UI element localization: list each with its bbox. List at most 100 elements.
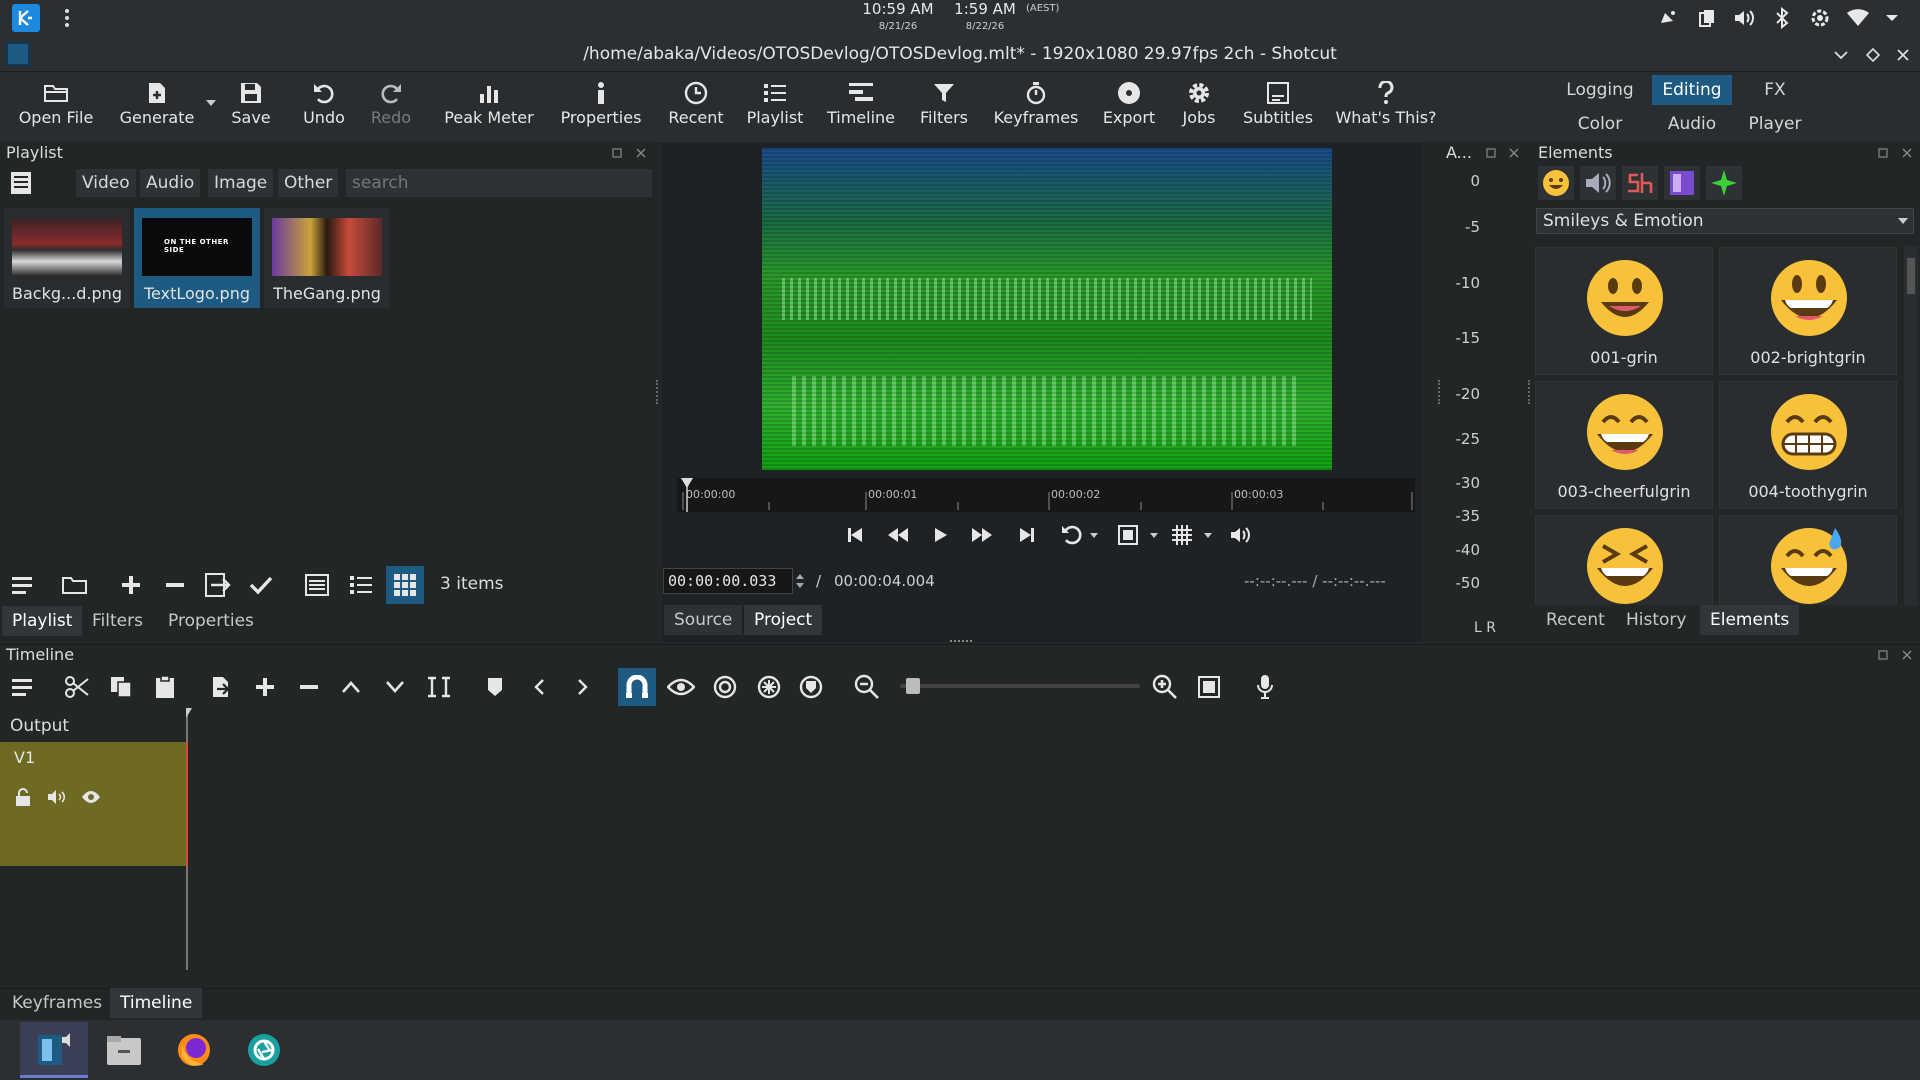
meter-close-icon[interactable] xyxy=(1507,146,1521,160)
undo-button[interactable]: Undo xyxy=(292,78,356,136)
ripple-delete-icon[interactable] xyxy=(294,672,324,702)
playlist-view-toggle-icon[interactable] xyxy=(6,169,36,197)
scrollbar-thumb[interactable] xyxy=(1907,258,1915,294)
timeline-close-icon[interactable] xyxy=(1900,648,1914,662)
loop-dropdown-icon[interactable] xyxy=(1088,530,1100,540)
minimize-icon[interactable] xyxy=(1830,44,1852,66)
layout-player-button[interactable]: Player xyxy=(1740,109,1810,139)
bluetooth-icon[interactable] xyxy=(1770,6,1794,30)
shotcut-category-icon[interactable] xyxy=(1622,166,1658,200)
elements-scrollbar[interactable] xyxy=(1904,246,1918,606)
zoom-to-fit-icon[interactable] xyxy=(1194,672,1224,702)
generate-button[interactable]: Generate xyxy=(112,78,202,136)
layout-color-button[interactable]: Color xyxy=(1556,109,1644,139)
timeline-float-icon[interactable] xyxy=(1876,648,1890,662)
playlist-item[interactable]: ON THE OTHER SIDE TextLogo.png xyxy=(134,208,260,308)
playlist-item[interactable]: Backg...d.png xyxy=(4,208,130,308)
recent-button[interactable]: Recent xyxy=(656,78,736,136)
playlist-close-icon[interactable] xyxy=(634,146,648,160)
skip-previous-icon[interactable] xyxy=(842,522,868,548)
tab-keyframes[interactable]: Keyframes xyxy=(2,988,112,1018)
open-file-button[interactable]: Open File xyxy=(8,78,104,136)
tab-timeline[interactable]: Timeline xyxy=(110,988,203,1018)
save-button[interactable]: Save xyxy=(222,78,280,136)
ripple-icon[interactable] xyxy=(710,672,740,702)
properties-button[interactable]: Properties xyxy=(552,78,650,136)
tab-playlist[interactable]: Playlist xyxy=(2,606,83,636)
keyframes-button[interactable]: Keyframes xyxy=(986,78,1086,136)
filter-audio-button[interactable]: Audio xyxy=(140,169,201,197)
hide-eye-icon[interactable] xyxy=(80,786,102,808)
playlist-item[interactable]: TheGang.png xyxy=(264,208,390,308)
subtitles-button[interactable]: Subtitles xyxy=(1234,78,1322,136)
tab-properties[interactable]: Properties xyxy=(158,606,264,636)
maximize-icon[interactable] xyxy=(1862,44,1884,66)
view-list-icon[interactable] xyxy=(346,570,376,600)
redo-button[interactable]: Redo xyxy=(360,78,422,136)
zoom-dropdown-icon[interactable] xyxy=(1148,530,1160,540)
notifications-icon[interactable] xyxy=(1656,6,1680,30)
taskbar-aperture-icon[interactable] xyxy=(236,1022,292,1078)
filter-video-button[interactable]: Video xyxy=(76,169,136,197)
filter-other-button[interactable]: Other xyxy=(278,169,339,197)
elements-float-icon[interactable] xyxy=(1876,146,1890,160)
skip-next-icon[interactable] xyxy=(1014,522,1040,548)
lock-open-icon[interactable] xyxy=(12,786,34,808)
split-icon[interactable] xyxy=(424,672,454,702)
playlist-add-icon[interactable] xyxy=(116,570,146,600)
video-preview[interactable] xyxy=(762,148,1332,470)
taskbar-shotcut-icon[interactable] xyxy=(20,1022,88,1078)
layout-logging-button[interactable]: Logging xyxy=(1556,75,1644,105)
marker-icon[interactable] xyxy=(480,672,510,702)
filters-button[interactable]: Filters xyxy=(908,78,980,136)
scrub-while-dragging-icon[interactable] xyxy=(666,672,696,702)
snap-magnet-icon[interactable] xyxy=(618,668,656,706)
meter-float-icon[interactable] xyxy=(1484,146,1498,160)
layout-editing-button[interactable]: Editing xyxy=(1652,75,1732,105)
category-select[interactable]: Smileys & Emotion xyxy=(1536,208,1914,234)
previous-marker-icon[interactable] xyxy=(524,672,554,702)
element-item[interactable]: 003-cheerfulgrin xyxy=(1535,381,1713,509)
fast-forward-icon[interactable] xyxy=(968,522,996,548)
kde-launcher-icon[interactable] xyxy=(12,4,40,32)
tab-project[interactable]: Project xyxy=(744,605,823,635)
export-button[interactable]: Export xyxy=(1094,78,1164,136)
zoom-fit-icon[interactable] xyxy=(1114,522,1142,548)
paste-icon[interactable] xyxy=(150,672,180,702)
close-window-icon[interactable] xyxy=(1892,44,1914,66)
overwrite-icon[interactable] xyxy=(380,672,410,702)
element-item[interactable]: 001-grin xyxy=(1535,247,1713,375)
next-marker-icon[interactable] xyxy=(568,672,598,702)
whats-this-button[interactable]: What's This? xyxy=(1328,78,1444,136)
clock-remote[interactable]: 1:59 AM 8/22/26 xyxy=(950,2,1020,34)
wifi-icon[interactable] xyxy=(1845,6,1871,30)
tab-source[interactable]: Source xyxy=(664,605,743,635)
timecode-input[interactable]: 00:00:00.033 xyxy=(663,568,793,594)
cut-icon[interactable] xyxy=(62,672,92,702)
record-audio-icon[interactable] xyxy=(1250,672,1280,702)
zoom-out-icon[interactable] xyxy=(852,672,882,702)
play-icon[interactable] xyxy=(928,522,954,548)
tab-history[interactable]: History xyxy=(1616,605,1696,635)
playlist-search-input[interactable] xyxy=(346,169,652,197)
taskbar-files-icon[interactable] xyxy=(96,1022,152,1078)
tray-expand-icon[interactable] xyxy=(1882,8,1902,28)
mute-icon[interactable] xyxy=(46,786,68,808)
sparkle-category-icon[interactable] xyxy=(1706,166,1742,200)
timecode-spin-icon[interactable] xyxy=(793,568,807,594)
taskbar-firefox-icon[interactable] xyxy=(166,1022,222,1078)
settings-tray-icon[interactable] xyxy=(1808,6,1832,30)
splitter-handle[interactable] xyxy=(950,640,972,642)
zoom-in-icon[interactable] xyxy=(1150,672,1180,702)
view-icons-icon[interactable] xyxy=(386,566,424,604)
copy-icon[interactable] xyxy=(106,672,136,702)
smiley-category-icon[interactable] xyxy=(1538,166,1574,200)
element-item[interactable]: 002-brightgrin xyxy=(1719,247,1897,375)
grid-dropdown-icon[interactable] xyxy=(1202,530,1214,540)
player-volume-icon[interactable] xyxy=(1226,522,1256,548)
splitter-handle[interactable] xyxy=(1438,380,1441,404)
splitter-handle[interactable] xyxy=(1528,380,1531,404)
element-item[interactable] xyxy=(1535,515,1713,605)
timeline-add-icon[interactable] xyxy=(250,672,280,702)
element-item[interactable]: 004-toothygrin xyxy=(1719,381,1897,509)
